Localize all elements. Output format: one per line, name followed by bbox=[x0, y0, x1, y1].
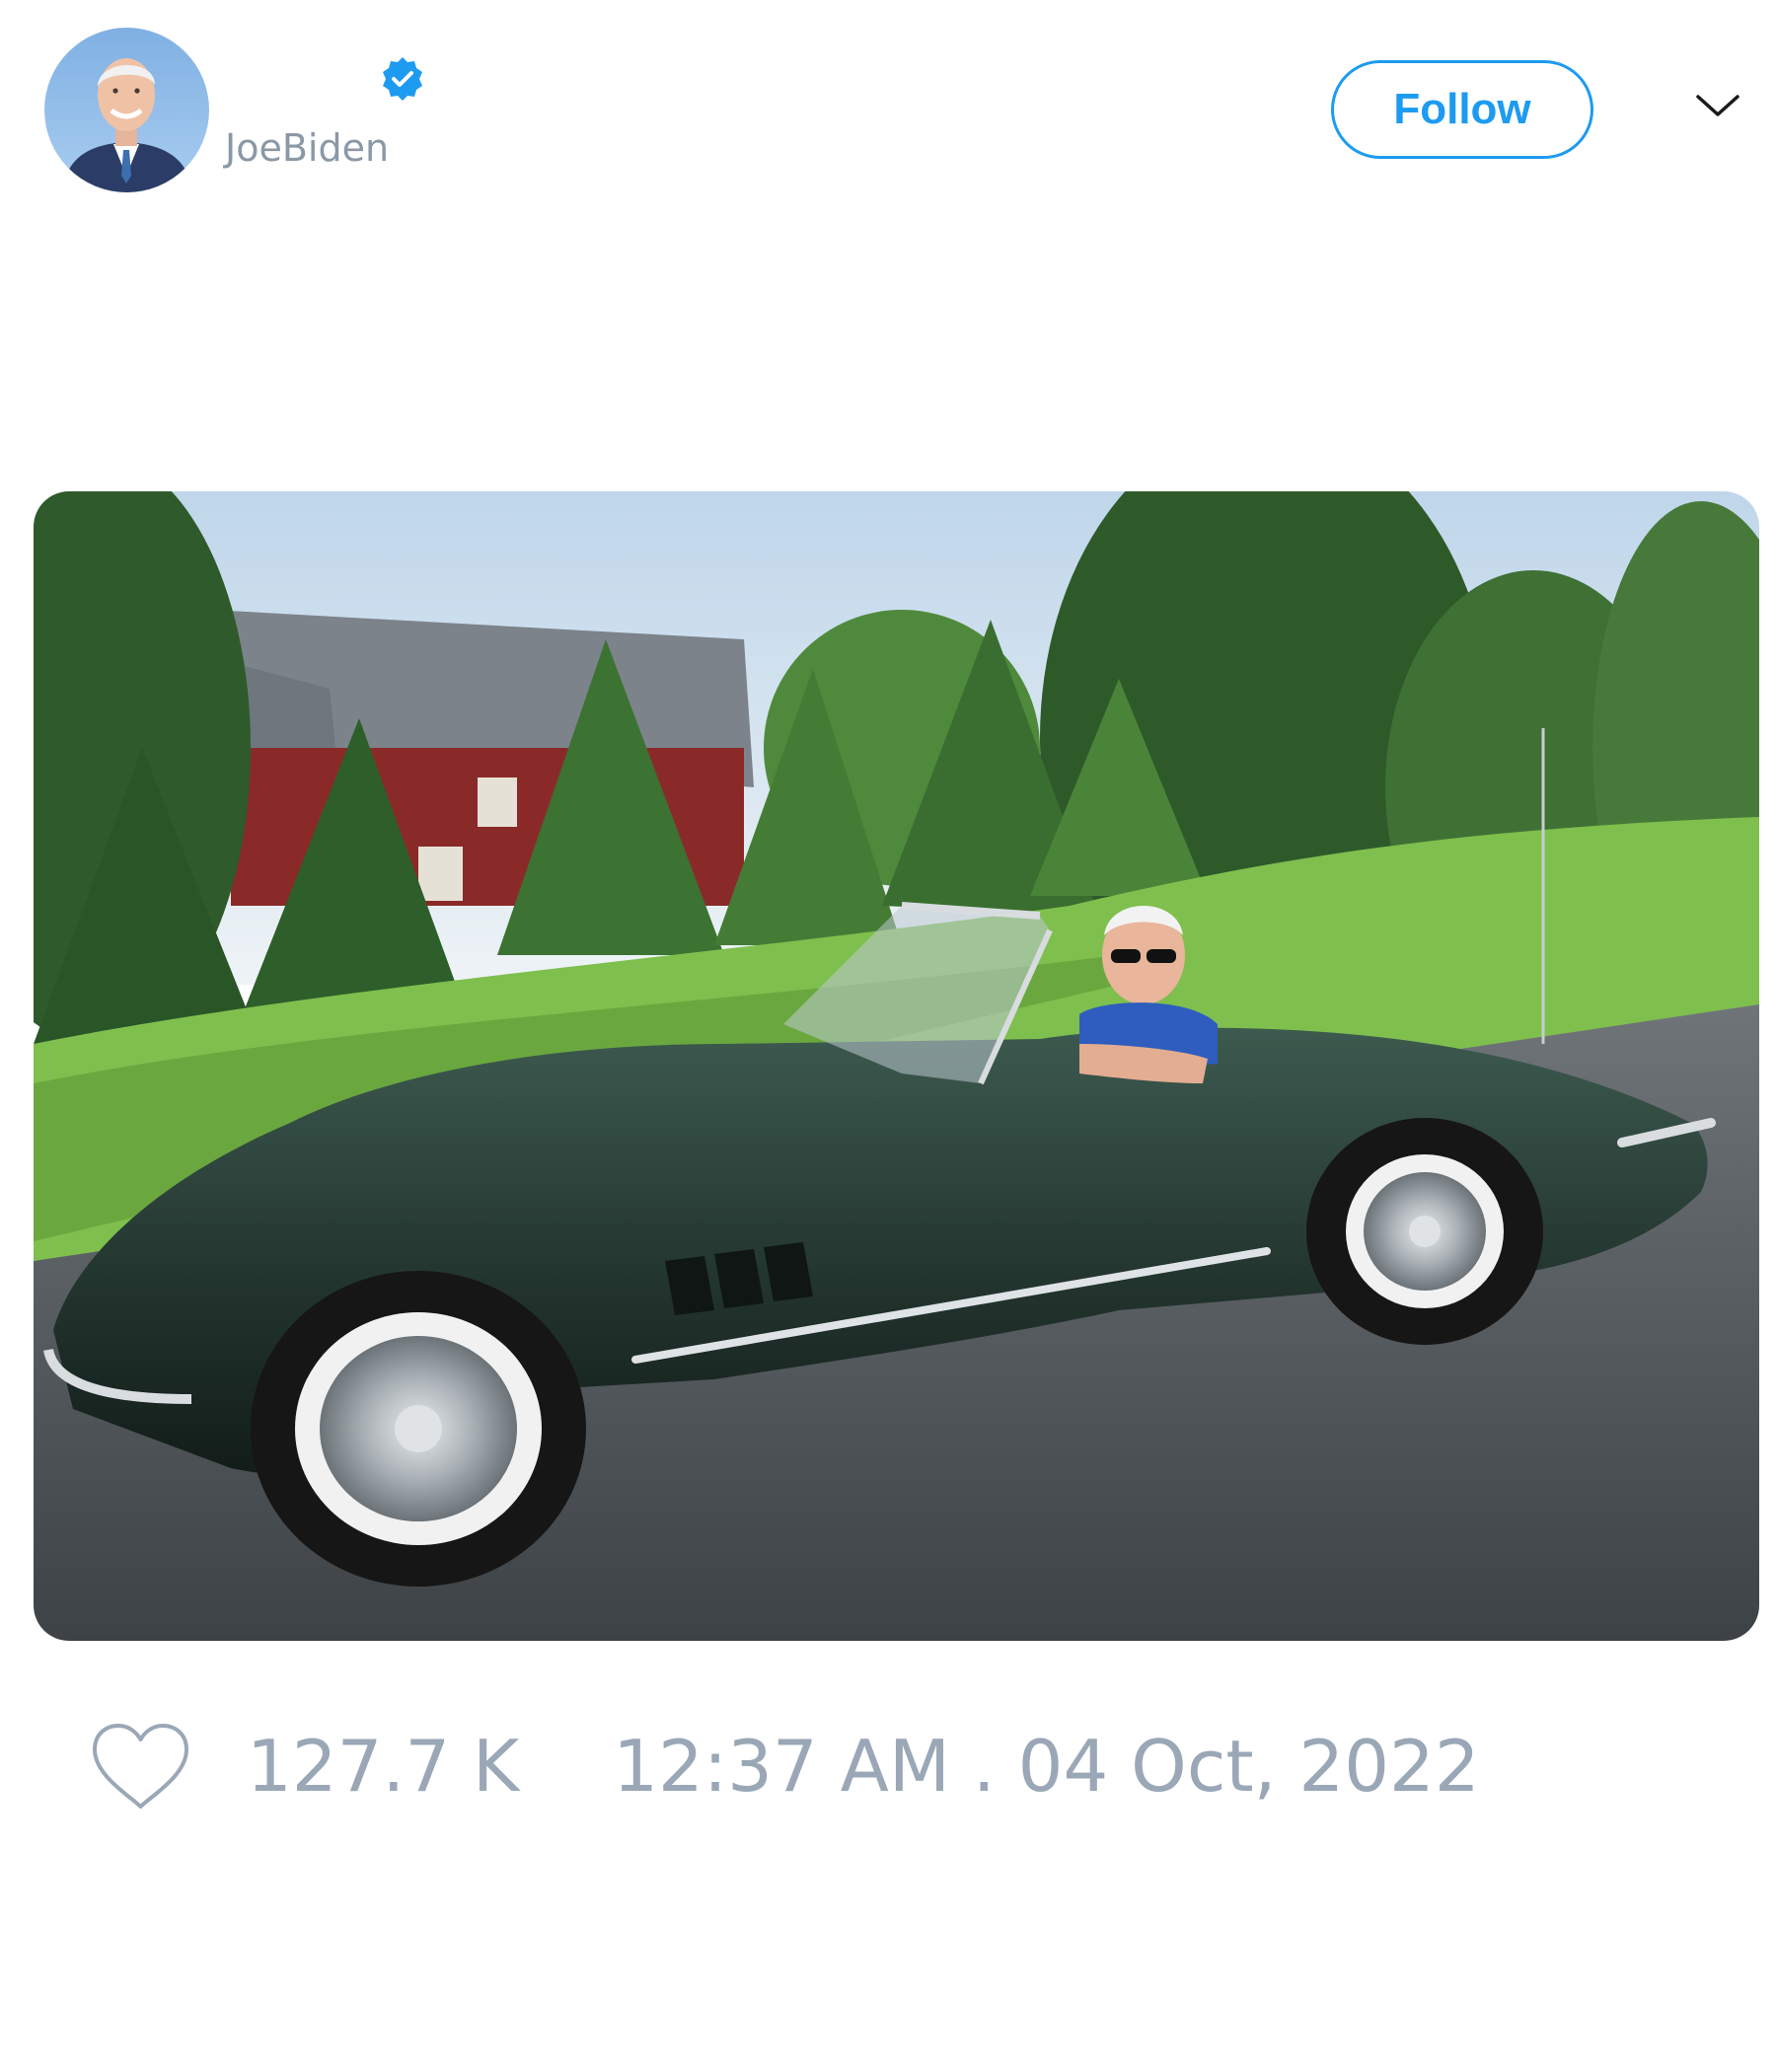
heart-outline-icon[interactable] bbox=[89, 1720, 192, 1813]
verified-badge-icon bbox=[383, 57, 422, 101]
tweet-footer: 127.7 K 12:37 AM . 04 Oct, 2022 bbox=[89, 1717, 1480, 1815]
tweet-card: JoeBiden Follow 127.7 K 12:37 AM . 04 Oc… bbox=[0, 0, 1776, 2072]
follow-button[interactable]: Follow bbox=[1331, 60, 1593, 159]
car-photo-icon bbox=[34, 491, 1759, 1641]
like-count: 127.7 K bbox=[247, 1725, 520, 1808]
author-name-row bbox=[225, 54, 426, 104]
chevron-down-icon[interactable] bbox=[1694, 91, 1741, 120]
avatar[interactable] bbox=[44, 28, 209, 192]
tweet-media-photo[interactable] bbox=[34, 491, 1759, 1641]
author-handle[interactable]: JoeBiden bbox=[225, 126, 389, 170]
profile-photo-icon bbox=[44, 28, 209, 192]
tweet-timestamp[interactable]: 12:37 AM . 04 Oct, 2022 bbox=[613, 1725, 1479, 1808]
